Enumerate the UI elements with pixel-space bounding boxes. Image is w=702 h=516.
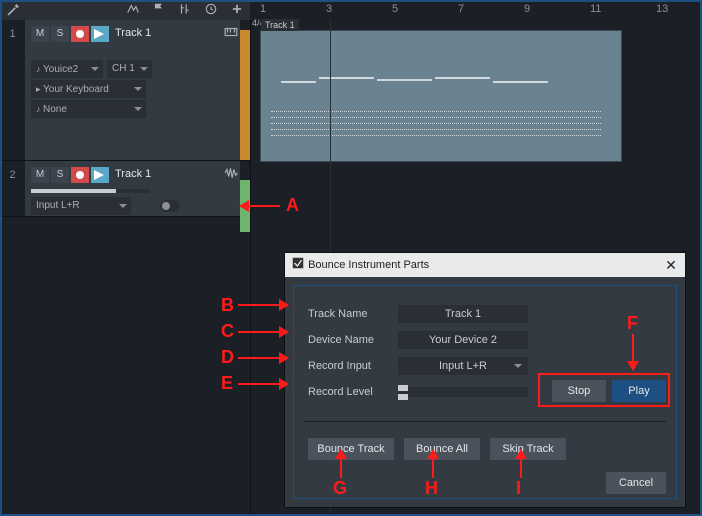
skip-track-button[interactable]: Skip Track [490,438,566,460]
track-name-value: Track 1 [398,305,528,323]
bounce-dialog: Bounce Instrument Parts ✕ Track Name Tra… [284,252,686,508]
record-level-meter [398,387,528,397]
piano-icon[interactable] [224,26,238,41]
monitor-toggle[interactable] [160,200,180,212]
chevron-down-icon [119,204,127,208]
dialog-title: Bounce Instrument Parts [308,259,429,271]
chevron-down-icon [134,87,142,91]
track-list-panel: 1 M S Track 1 ♪ Youice2 CH 1 ▸ Your Keyb… [0,20,251,516]
track-row-1[interactable]: 1 M S Track 1 ♪ Youice2 CH 1 ▸ Your Keyb… [0,20,250,161]
instrument-field[interactable]: ♪ Youice2 [31,60,103,78]
play-button[interactable]: Play [612,380,666,402]
chevron-down-icon [140,67,148,71]
mute-button[interactable]: M [31,167,49,183]
dialog-titlebar[interactable]: Bounce Instrument Parts ✕ [285,253,685,277]
dialog-row-record-level: Record Level [308,382,528,402]
midi-input-field[interactable]: ▸ Your Keyboard [31,80,146,98]
track-number: 2 [0,161,26,189]
track-row-2[interactable]: 2 M S Track 1 Input L+R [0,161,250,217]
channel-field[interactable]: CH 1 [107,60,152,78]
track-name-label[interactable]: Track 1 [115,168,151,180]
annotation-label: A [286,195,299,216]
device-name-value: Your Device 2 [398,331,528,349]
tool-tune-icon[interactable] [178,2,192,19]
cancel-button[interactable]: Cancel [606,472,666,494]
monitor-button[interactable] [91,26,109,42]
track-number: 1 [0,20,26,48]
record-arm-button[interactable] [71,26,89,42]
chevron-down-icon [91,67,99,71]
dialog-row-track-name: Track Name Track 1 [308,304,528,324]
track-color-stripe [240,30,250,160]
dialog-row-device-name: Device Name Your Device 2 [308,330,528,350]
record-arm-button[interactable] [71,167,89,183]
dialog-row-record-input: Record Input Input L+R [308,356,528,376]
clip-label: Track 1 [261,19,299,31]
track-color-stripe [240,180,250,232]
track-name-label[interactable]: Track 1 [115,27,151,39]
midi-output-field[interactable]: ♪ None [31,100,146,118]
stop-button[interactable]: Stop [552,380,606,402]
bounce-all-button[interactable]: Bounce All [404,438,480,460]
midi-clip[interactable]: Track 1 [260,30,622,162]
tool-flag-icon[interactable] [152,2,166,19]
tool-draw-icon[interactable] [126,2,140,19]
ruler-numbers: 1 3 5 7 9 11 13 [250,3,702,17]
close-icon[interactable]: ✕ [663,257,679,273]
bounce-track-button[interactable]: Bounce Track [308,438,394,460]
record-input-select[interactable]: Input L+R [398,357,528,375]
wrench-icon[interactable] [6,3,20,20]
mute-button[interactable]: M [31,26,49,42]
tool-time-icon[interactable] [204,2,218,19]
audio-input-field[interactable]: Input L+R [31,197,131,215]
waveform-icon[interactable] [224,167,238,182]
timeline-ruler[interactable]: 1 3 5 7 9 11 13 4/4 [250,0,702,30]
monitor-button[interactable] [91,167,109,183]
chevron-down-icon [514,364,522,368]
solo-button[interactable]: S [51,167,69,183]
volume-slider[interactable] [31,189,149,193]
chevron-down-icon [134,107,142,111]
solo-button[interactable]: S [51,26,69,42]
tool-add-icon[interactable] [230,2,244,19]
